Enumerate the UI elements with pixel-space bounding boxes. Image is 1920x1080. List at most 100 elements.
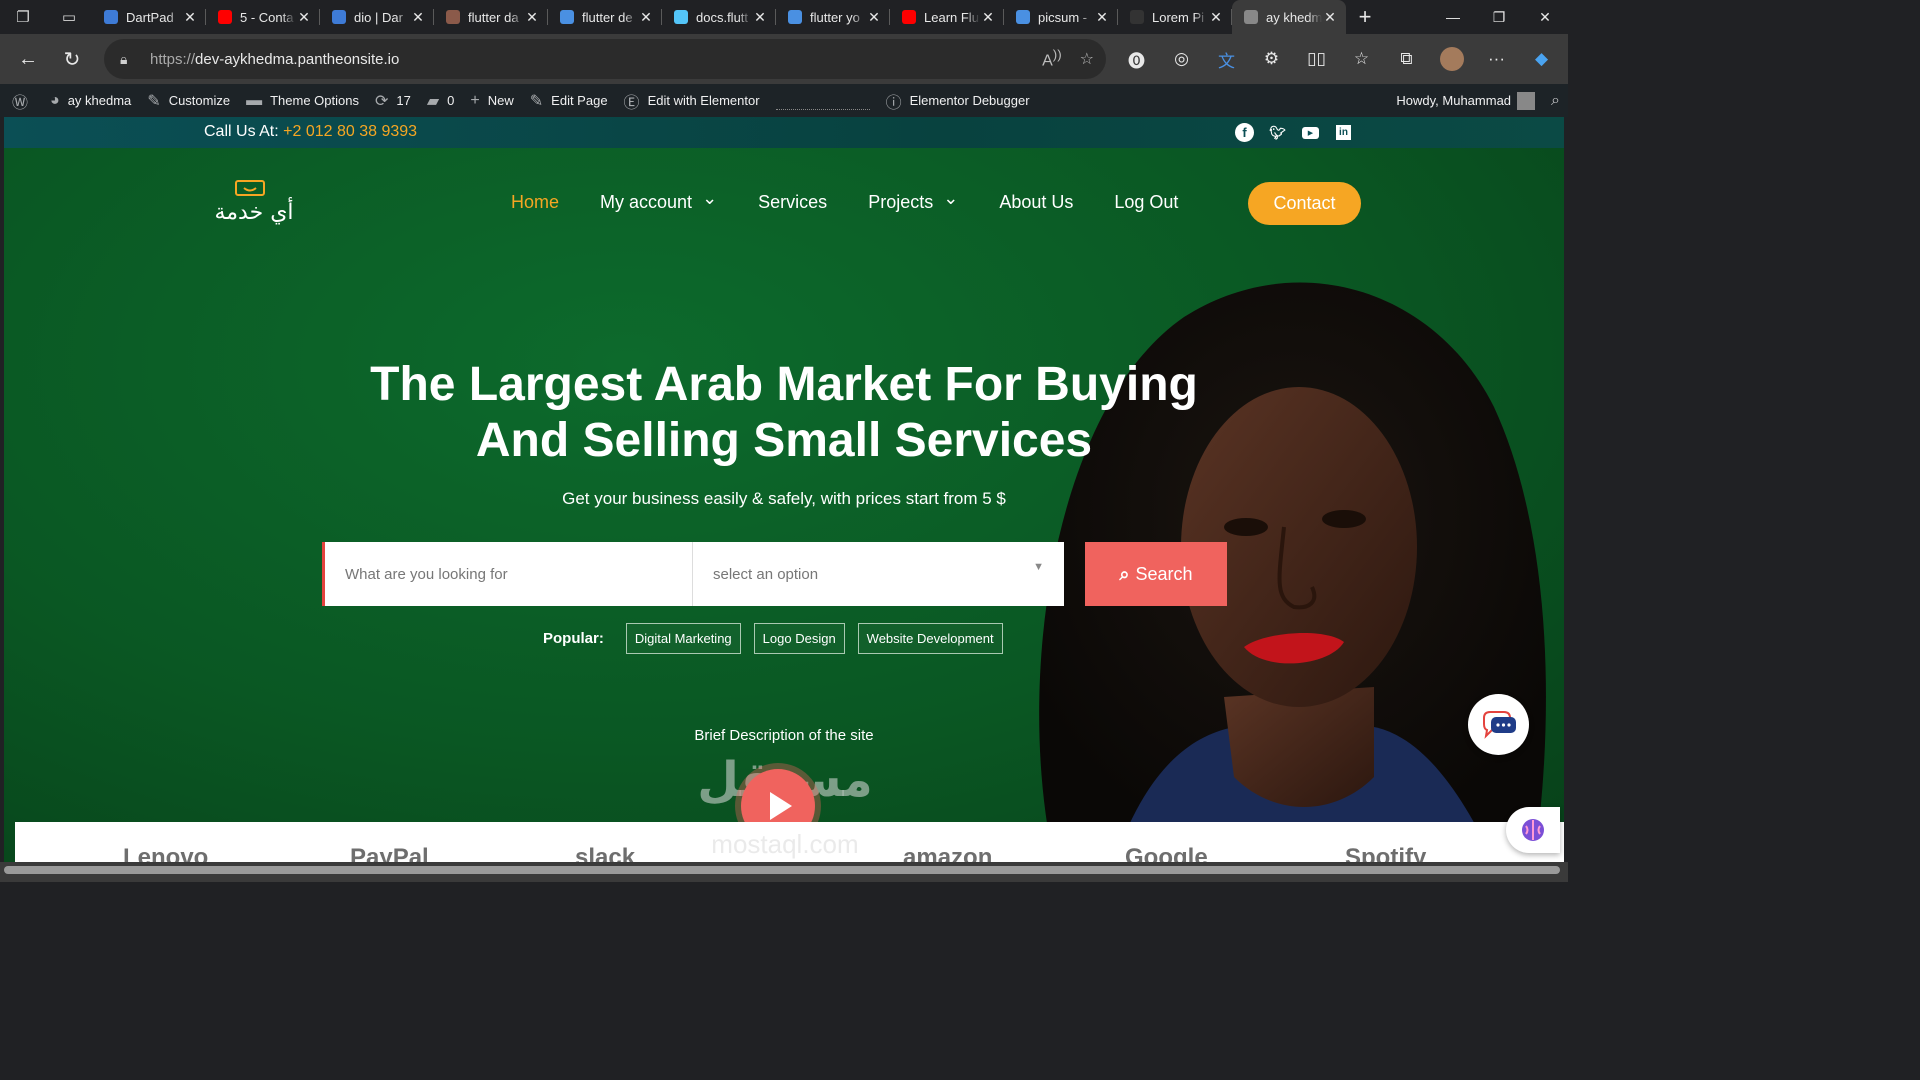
close-tab-icon[interactable]: ✕ (1208, 9, 1224, 26)
tab-title: flutter de (582, 9, 633, 25)
howdy-account-link[interactable]: Howdy, Muhammad (1388, 84, 1543, 117)
search-button-label: Search (1135, 563, 1193, 584)
close-tab-icon[interactable]: ✕ (866, 9, 882, 26)
theme-options-link[interactable]: ▬ Theme Options (238, 84, 367, 117)
category-select-value: select an option (713, 565, 819, 583)
nav-item-home[interactable]: Home (511, 192, 559, 213)
extension-1-icon[interactable]: ⓿ (1114, 34, 1159, 84)
nav-item-services[interactable]: Services (758, 192, 827, 213)
popular-tag[interactable]: Digital Marketing (625, 623, 741, 654)
contact-button[interactable]: Contact (1248, 182, 1361, 225)
brand-logo: slack (575, 844, 636, 862)
split-screen-icon[interactable]: ▯▯ (1294, 34, 1339, 84)
restore-icon[interactable]: ❐ (1476, 0, 1522, 34)
tab-actions-icon[interactable]: ▭ (46, 0, 92, 34)
browser-tab[interactable]: dio | Dar ✕ (320, 0, 434, 34)
site-name-link[interactable]: ◕ ay khedma (42, 84, 139, 117)
new-tab-button[interactable]: + (1346, 4, 1384, 30)
twitter-icon[interactable]: 🐦︎ (1268, 123, 1287, 142)
site-logo[interactable]: أي خدمة (214, 179, 294, 229)
phone-number-link[interactable]: +2 012 80 38 9393 (283, 123, 417, 140)
brain-icon (1522, 819, 1544, 841)
chat-button[interactable] (1468, 694, 1529, 755)
youtube-icon (902, 10, 916, 24)
nav-item-label: Log Out (1114, 192, 1179, 212)
nav-item-about-us[interactable]: About Us (999, 192, 1073, 213)
wordpress-logo-icon[interactable]: Ⓦ (0, 84, 42, 117)
browser-tab[interactable]: flutter yo ✕ (776, 0, 890, 34)
popular-tag[interactable]: Logo Design (753, 623, 845, 654)
scrollbar-thumb[interactable] (4, 866, 1560, 874)
nav-item-label: Projects (868, 192, 934, 212)
youtube-icon[interactable]: ▶ (1301, 123, 1320, 142)
search-button[interactable]: ⌕ Search (1085, 542, 1227, 606)
nav-item-my-account[interactable]: My account ⌄ (600, 188, 717, 213)
minimize-icon[interactable]: — (1430, 0, 1476, 34)
address-bar[interactable]: 🔒︎ https://dev-aykhedma.pantheonsite.io … (104, 39, 1106, 79)
favorites-icon[interactable]: ☆ (1339, 34, 1384, 84)
close-tab-icon[interactable]: ✕ (638, 9, 654, 26)
browser-tab[interactable]: picsum - ✕ (1004, 0, 1118, 34)
tab-title: flutter yo (810, 9, 860, 25)
updates-link[interactable]: ⟳ 17 (367, 84, 419, 117)
browser-tab[interactable]: Learn Flu ✕ (890, 0, 1004, 34)
facebook-icon[interactable]: f (1235, 123, 1254, 142)
edit-page-link[interactable]: ✎ Edit Page (522, 84, 616, 117)
workspaces-icon[interactable]: ❐ (0, 0, 46, 34)
brand-logo: PayPal (350, 844, 429, 862)
close-tab-icon[interactable]: ✕ (1094, 9, 1110, 26)
close-window-icon[interactable]: ✕ (1522, 0, 1568, 34)
more-options-icon[interactable]: ··· (1474, 34, 1519, 84)
popular-tag[interactable]: Website Development (857, 623, 1003, 654)
back-icon[interactable]: ← (6, 37, 50, 81)
close-tab-icon[interactable]: ✕ (752, 9, 768, 26)
close-tab-icon[interactable]: ✕ (980, 9, 996, 26)
web-page: Call Us At: +2 012 80 38 9393 f 🐦︎ ▶ in … (4, 117, 1564, 862)
nav-item-log-out[interactable]: Log Out (1114, 192, 1178, 213)
category-select[interactable]: select an option ▼ (693, 542, 1064, 606)
pub-icon (446, 10, 460, 24)
comments-link[interactable]: ▰ 0 (419, 84, 463, 117)
horizontal-scrollbar[interactable] (0, 862, 1568, 882)
chevron-down-icon: ⌄ (702, 188, 718, 208)
brand-logo: amazon (903, 844, 993, 862)
play-icon (770, 792, 792, 820)
contact-topbar: Call Us At: +2 012 80 38 9393 f 🐦︎ ▶ in (4, 117, 1564, 148)
tab-title: dio | Dar (354, 9, 403, 25)
admin-search-icon[interactable]: ⌕ (1543, 84, 1568, 117)
new-content-link[interactable]: + New (462, 84, 521, 117)
browser-tab[interactable]: flutter da ✕ (434, 0, 548, 34)
nav-item-label: About Us (999, 192, 1074, 212)
translate-icon[interactable]: 文 (1204, 34, 1249, 84)
browser-tab[interactable]: Lorem Pi ✕ (1118, 0, 1232, 34)
chevron-down-icon: ⌄ (943, 188, 959, 208)
edit-elementor-link[interactable]: Ⓔ Edit with Elementor (616, 84, 768, 117)
search-input[interactable] (325, 542, 693, 606)
page-icon (1130, 10, 1144, 24)
nav-item-projects[interactable]: Projects ⌄ (868, 188, 958, 213)
lock-icon[interactable]: 🔒︎ (120, 51, 150, 68)
browser-tab[interactable]: flutter de ✕ (548, 0, 662, 34)
elementor-debugger-link[interactable]: ⓘ Elementor Debugger (878, 84, 1038, 117)
extensions-icon[interactable]: ⚙ (1249, 34, 1294, 84)
extension-2-icon[interactable]: ◎ (1159, 34, 1204, 84)
browser-tab[interactable]: 5 - Conta ✕ (206, 0, 320, 34)
browser-tab[interactable]: docs.flutt ✕ (662, 0, 776, 34)
refresh-icon[interactable]: ↻ (50, 37, 94, 81)
close-tab-icon[interactable]: ✕ (410, 9, 426, 26)
close-tab-icon[interactable]: ✕ (296, 9, 312, 26)
copilot-icon[interactable]: ◆ (1519, 34, 1564, 84)
favorite-star-icon[interactable]: ☆ (1080, 49, 1094, 69)
close-tab-icon[interactable]: ✕ (182, 9, 198, 26)
profile-avatar[interactable] (1429, 34, 1474, 84)
customize-link[interactable]: ✎ Customize (139, 84, 238, 117)
linkedin-icon[interactable]: in (1334, 123, 1353, 142)
main-nav: Home My account ⌄ Services Projects ⌄ About Us… (511, 188, 1219, 213)
read-aloud-icon[interactable]: A)) (1042, 47, 1062, 70)
browser-tab[interactable]: DartPad ✕ (92, 0, 206, 34)
close-tab-icon[interactable]: ✕ (1322, 9, 1338, 26)
browser-tab[interactable]: ay khedm ✕ (1232, 0, 1346, 34)
close-tab-icon[interactable]: ✕ (524, 9, 540, 26)
ai-assistant-button[interactable] (1506, 807, 1560, 853)
collections-icon[interactable]: ⧉ (1384, 34, 1429, 84)
